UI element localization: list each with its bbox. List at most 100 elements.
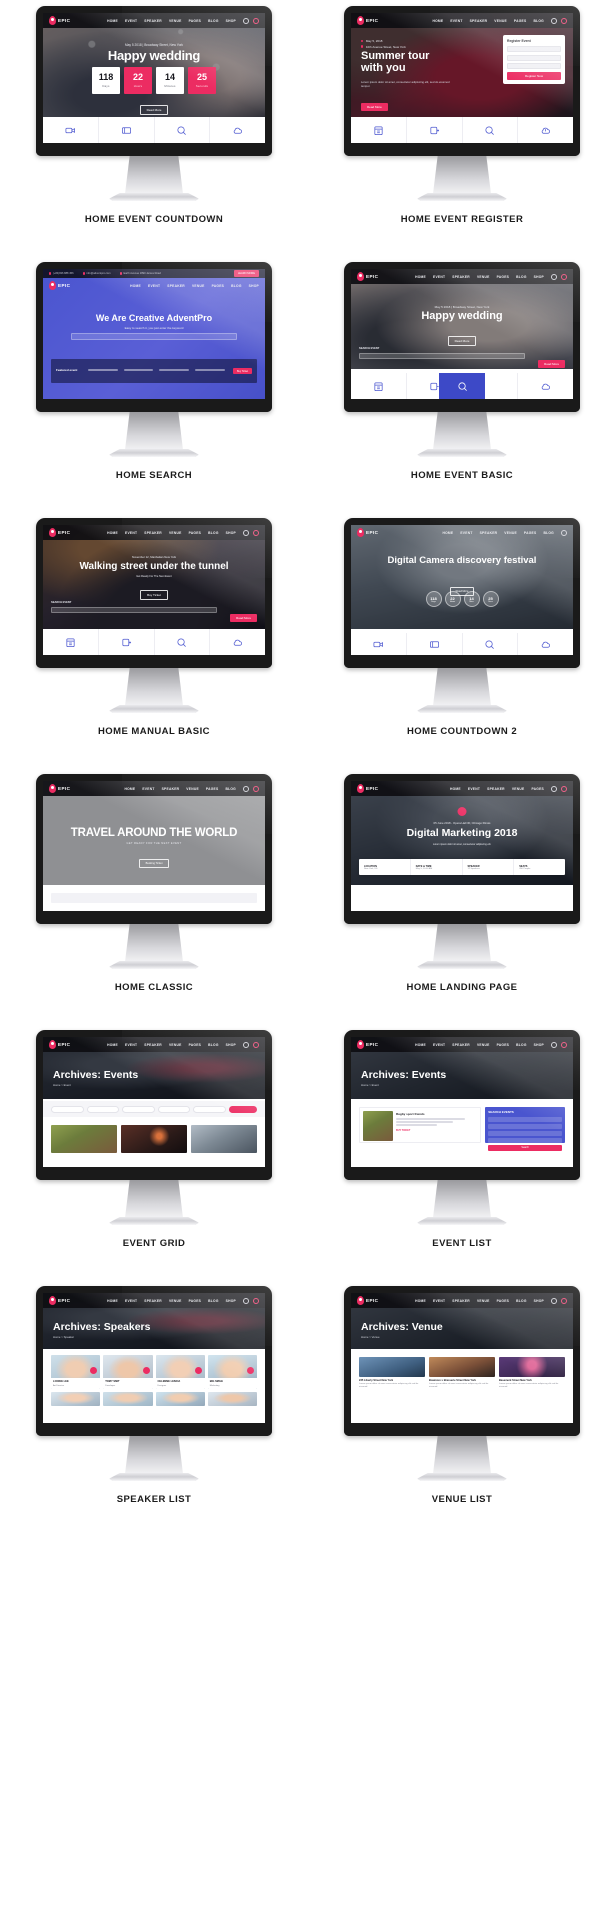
feature-calendar-icon[interactable] <box>351 373 406 399</box>
sidebar-venue-select[interactable] <box>488 1130 562 1136</box>
nav-item-blog[interactable]: BLOG <box>208 1043 219 1047</box>
venue-card[interactable]: Basement Street New York Lorem ipsum dol… <box>499 1357 565 1389</box>
cart-icon[interactable] <box>561 273 567 280</box>
nav-item-blog[interactable]: BLOG <box>208 19 219 23</box>
speaker-card[interactable]: LOOKIE LEE Art Director <box>51 1355 101 1389</box>
social-badge-icon[interactable] <box>194 1367 202 1374</box>
logo[interactable]: EPIC <box>357 528 378 537</box>
filter-from-input[interactable] <box>193 1105 226 1113</box>
feature-ticket-icon[interactable] <box>405 117 462 143</box>
nav-item-speaker[interactable]: SPEAKER <box>167 284 185 288</box>
filter-name-input[interactable] <box>51 1105 84 1113</box>
nav-item-shop[interactable]: SHOP <box>249 284 259 288</box>
read-more-button[interactable]: Read More <box>447 336 477 346</box>
social-badge-icon[interactable] <box>90 1367 98 1374</box>
speaker-card[interactable]: CELENNE LENCIA Designer <box>155 1355 205 1389</box>
speaker-card[interactable] <box>207 1392 257 1406</box>
nav-item-event[interactable]: EVENT <box>433 1043 445 1047</box>
feature-search-icon[interactable] <box>461 633 518 655</box>
nav-item-home[interactable]: HOME <box>124 787 135 791</box>
nav-item-event[interactable]: EVENT <box>142 787 154 791</box>
speaker-card[interactable] <box>51 1392 101 1406</box>
sidebar-category-select[interactable] <box>488 1123 562 1129</box>
screen[interactable]: EPIC HOME EVENT SPEAKER VENUE PAGES BLOG <box>43 1293 265 1423</box>
nav-item-venue[interactable]: VENUE <box>186 787 199 791</box>
search-input[interactable] <box>359 353 525 359</box>
nav-item-event[interactable]: EVENT <box>468 787 480 791</box>
screen[interactable]: EPIC HOME EVENT SPEAKER VENUE PAGES BLOG <box>351 269 573 399</box>
nav-item-blog[interactable]: BLOG <box>516 1043 527 1047</box>
nav-item-event[interactable]: EVENT <box>125 19 137 23</box>
screen[interactable]: EPIC HOME EVENT SPEAKER VENUE PAGES 05 J… <box>351 781 573 911</box>
topbar-learn-more-button[interactable]: LEARN MORE <box>233 270 259 277</box>
nav-item-shop[interactable]: SHOP <box>226 531 236 535</box>
venue-card[interactable]: Bowmore s Brasserie Street New York Lore… <box>429 1357 495 1389</box>
read-more-button[interactable]: Read More <box>230 613 257 623</box>
nav-item-blog[interactable]: BLOG <box>516 1299 527 1303</box>
nav-item-blog[interactable]: BLOG <box>208 531 219 535</box>
social-badge-icon[interactable] <box>247 1367 254 1374</box>
feature-ticket-icon[interactable] <box>97 629 154 655</box>
social-badge-icon[interactable] <box>142 1367 150 1374</box>
nav-item-shop[interactable]: SHOP <box>534 1299 544 1303</box>
sidebar-name-input[interactable] <box>488 1116 562 1122</box>
nav-item-speaker[interactable]: SPEAKER <box>162 787 180 791</box>
logo[interactable]: EPIC <box>49 1040 70 1049</box>
cart-icon[interactable] <box>253 17 259 24</box>
nav-item-pages[interactable]: PAGES <box>189 531 202 535</box>
filter-search-button[interactable] <box>228 1105 257 1113</box>
user-icon[interactable] <box>561 529 567 536</box>
feature-video-icon[interactable] <box>43 117 98 143</box>
nav-item-shop[interactable]: SHOP <box>226 19 236 23</box>
user-icon[interactable] <box>551 1041 557 1048</box>
nav-item-venue[interactable]: VENUE <box>169 1043 182 1047</box>
feature-cloud-icon[interactable] <box>517 373 573 399</box>
speaker-card[interactable]: TOMY SMIT Developer <box>103 1355 153 1389</box>
nav-item-speaker[interactable]: SPEAKER <box>144 1043 162 1047</box>
buy-ticket-button[interactable]: Buy Ticket <box>140 590 168 600</box>
screen[interactable]: EPIC HOME EVENT SPEAKER VENUE PAGES BLOG <box>43 13 265 143</box>
screen[interactable]: EPIC HOME EVENT SPEAKER VENUE PAGES BLOG <box>43 1037 265 1167</box>
logo[interactable]: EPIC <box>357 16 378 25</box>
nav-item-pages[interactable]: PAGES <box>497 1299 510 1303</box>
speaker-card[interactable]: BIG SMILE Marketing <box>207 1355 257 1389</box>
nav-item-blog[interactable]: BLOG <box>208 1299 219 1303</box>
nav-item-speaker[interactable]: SPEAKER <box>144 531 162 535</box>
search-input[interactable] <box>51 607 217 613</box>
read-more-button[interactable]: Read More <box>361 102 388 112</box>
sidebar-search-button[interactable]: Search <box>488 1144 562 1151</box>
cart-icon[interactable] <box>561 17 567 24</box>
user-icon[interactable] <box>243 1297 249 1304</box>
nav-item-event[interactable]: EVENT <box>125 531 137 535</box>
nav-item-event[interactable]: EVENT <box>460 531 472 535</box>
filter-time-select[interactable] <box>157 1105 191 1113</box>
nav-item-home[interactable]: HOME <box>442 531 453 535</box>
logo[interactable]: EPIC <box>357 784 378 793</box>
nav-item-pages[interactable]: PAGES <box>189 19 202 23</box>
screen[interactable]: EPIC HOME EVENT SPEAKER VENUE PAGES BLOG <box>43 525 265 655</box>
nav-item-venue[interactable]: VENUE <box>494 19 507 23</box>
event-thumb[interactable] <box>191 1125 257 1153</box>
user-icon[interactable] <box>243 785 249 792</box>
feature-video-icon[interactable] <box>351 633 406 655</box>
nav-item-pages[interactable]: PAGES <box>531 787 544 791</box>
search-fab-button[interactable] <box>439 373 485 399</box>
feature-search-icon[interactable] <box>153 117 210 143</box>
feature-ticket-icon[interactable] <box>405 633 462 655</box>
nav-item-home[interactable]: HOME <box>432 19 443 23</box>
logo[interactable]: EPIC <box>357 1296 378 1305</box>
nav-item-venue[interactable]: VENUE <box>169 531 182 535</box>
nav-item-shop[interactable]: SHOP <box>226 1299 236 1303</box>
logo[interactable]: EPIC <box>49 281 70 290</box>
logo[interactable]: EPIC <box>357 272 378 281</box>
screen[interactable]: EPIC HOME EVENT SPEAKER VENUE PAGES BLOG <box>43 781 265 911</box>
nav-item-home[interactable]: HOME <box>130 284 141 288</box>
nav-item-event[interactable]: EVENT <box>433 1299 445 1303</box>
nav-item-blog[interactable]: BLOG <box>225 787 236 791</box>
user-icon[interactable] <box>243 1041 249 1048</box>
register-email-field[interactable] <box>507 54 561 61</box>
booking-ticket-button[interactable]: Booking Ticket <box>138 859 170 868</box>
logo[interactable]: EPIC <box>49 1296 70 1305</box>
nav-item-venue[interactable]: VENUE <box>477 1299 490 1303</box>
event-card[interactable]: Rugby sport friends BUY TICKET <box>359 1107 482 1143</box>
